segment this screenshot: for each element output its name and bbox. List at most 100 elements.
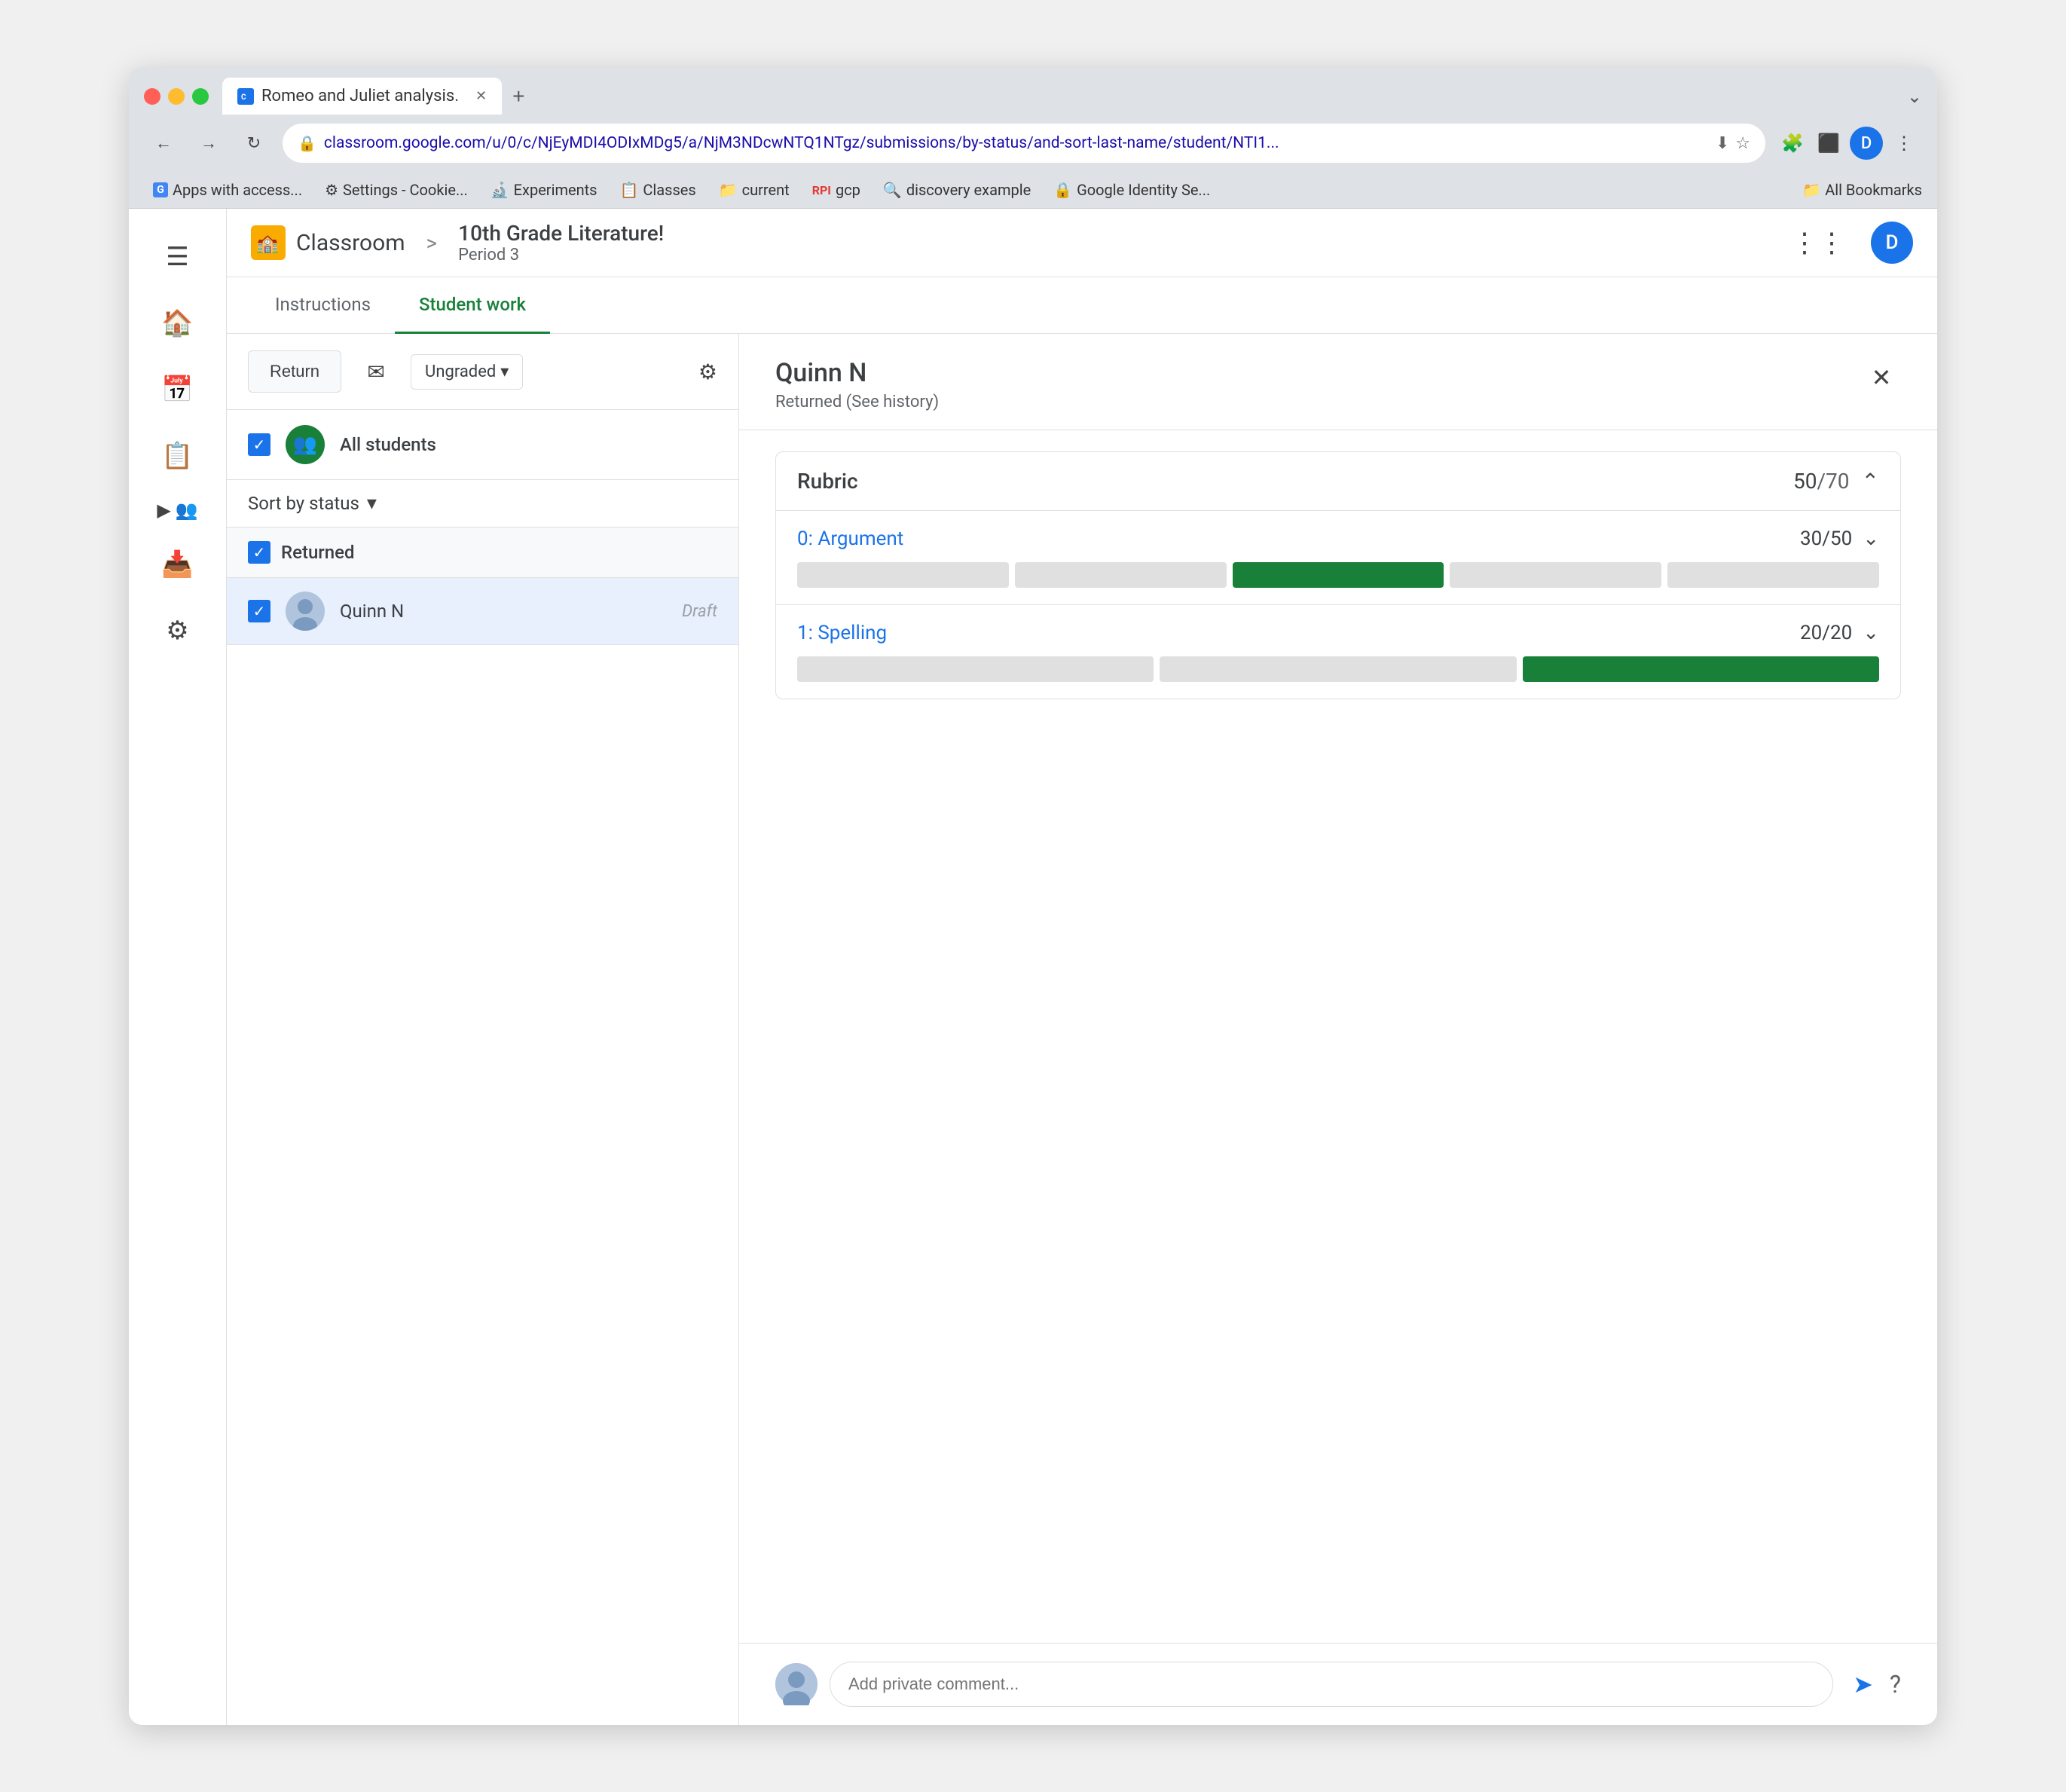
assignment-icon-btn[interactable]: 📋 <box>148 426 208 486</box>
more-icon[interactable]: ⋮ <box>1889 128 1919 158</box>
rubric-total: / <box>1817 469 1826 494</box>
google-apps-icon[interactable]: ⋮⋮ <box>1791 227 1845 258</box>
address-bar-row: ← → ↻ 🔒 classroom.google.com/u/0/c/NjEyM… <box>129 115 1937 172</box>
group-icon: 👥 <box>286 425 325 464</box>
comment-area: ➤ ? <box>739 1643 1937 1725</box>
tab-instructions[interactable]: Instructions <box>251 277 395 334</box>
rubric-total-value: 70 <box>1826 469 1849 494</box>
course-period: Period 3 <box>458 246 664 265</box>
tab-favicon: C <box>237 88 254 105</box>
bookmark-google-identity[interactable]: 🔒 Google Identity Se... <box>1044 178 1219 202</box>
rubric-item-argument: 0: Argument 30/50 ⌄ <box>776 511 1900 605</box>
new-tab-button[interactable]: + <box>505 84 532 109</box>
segment-5[interactable] <box>1667 562 1879 588</box>
assignment-icon: 📋 <box>161 441 193 471</box>
tab-student-work[interactable]: Student work <box>395 277 550 334</box>
tab-title: Romeo and Juliet analysis. <box>261 87 459 106</box>
inbox-icon-btn[interactable]: 📥 <box>148 534 208 595</box>
people-expand-row[interactable]: ▶ 👥 <box>145 492 209 528</box>
spelling-score-bar <box>797 656 1879 682</box>
people-group-icon: 👥 <box>293 433 317 456</box>
lock-bookmark-icon: 🔒 <box>1053 181 1072 199</box>
minimize-traffic-light[interactable] <box>168 88 185 105</box>
comment-input[interactable] <box>830 1662 1833 1707</box>
all-students-row: ✓ 👥 All students <box>227 410 738 480</box>
spelling-segment-2[interactable] <box>1160 656 1516 682</box>
sidebar-toggle-icon[interactable]: ⬛ <box>1814 128 1844 158</box>
argument-score-bar <box>797 562 1879 588</box>
bookmark-classes[interactable]: 📋 Classes <box>611 178 705 202</box>
bookmark-gcp[interactable]: RPI gcp <box>803 178 869 202</box>
bookmark-label: gcp <box>836 181 860 199</box>
all-students-checkbox[interactable]: ✓ <box>248 433 270 456</box>
bookmark-experiments-icon: 🔬 <box>491 181 509 199</box>
folder-icon: 📁 <box>1802 181 1821 199</box>
menu-icon-btn[interactable]: ☰ <box>148 227 208 287</box>
bookmark-icon[interactable]: ☆ <box>1735 134 1750 153</box>
close-traffic-light[interactable] <box>144 88 160 105</box>
sort-row: Sort by status ▾ <box>227 480 738 528</box>
student-info: Quinn N Returned (See history) <box>775 358 1862 411</box>
svg-text:🏫: 🏫 <box>256 233 279 254</box>
bookmark-current[interactable]: 📁 current <box>710 178 799 202</box>
spelling-segment-1[interactable] <box>797 656 1154 682</box>
rubric-item-argument-header: 0: Argument 30/50 ⌄ <box>797 528 1879 550</box>
segment-1[interactable] <box>797 562 1009 588</box>
help-button[interactable]: ? <box>1890 1670 1901 1699</box>
refresh-button[interactable]: ↻ <box>237 127 270 160</box>
bookmark-label: Apps with access... <box>173 181 302 199</box>
send-comment-button[interactable]: ➤ <box>1853 1670 1873 1699</box>
app-profile-badge[interactable]: D <box>1871 222 1913 264</box>
segment-2[interactable] <box>1015 562 1227 588</box>
commenter-avatar <box>775 1663 818 1705</box>
maximize-traffic-light[interactable] <box>192 88 209 105</box>
spelling-expand-button[interactable]: ⌄ <box>1863 622 1879 644</box>
returned-section-checkbox[interactable]: ✓ <box>248 541 270 564</box>
all-bookmarks-button[interactable]: 📁 All Bookmarks <box>1802 181 1922 199</box>
address-bar[interactable]: 🔒 classroom.google.com/u/0/c/NjEyMDI4ODI… <box>283 124 1765 163</box>
settings-gear-button[interactable]: ⚙ <box>698 359 717 384</box>
download-icon[interactable]: ⬇ <box>1716 134 1729 153</box>
spelling-segment-3-selected[interactable] <box>1523 656 1879 682</box>
return-button[interactable]: Return <box>248 350 341 393</box>
tab-end-button[interactable]: ⌄ <box>1907 86 1922 107</box>
settings-icon-btn[interactable]: ⚙ <box>148 601 208 661</box>
rubric-item-argument-name: 0: Argument <box>797 528 1800 550</box>
bookmark-discovery-example[interactable]: 🔍 discovery example <box>874 178 1040 202</box>
extensions-icon[interactable]: 🧩 <box>1777 128 1808 158</box>
detail-content: Rubric 50/70 ⌃ 0: Argument <box>739 430 1937 1643</box>
bookmark-settings-icon: ⚙ <box>325 181 338 199</box>
segment-3-selected[interactable] <box>1233 562 1444 588</box>
argument-expand-button[interactable]: ⌄ <box>1863 528 1879 550</box>
tab-close-button[interactable]: ✕ <box>475 88 487 104</box>
classroom-logo-text: Classroom <box>296 230 405 256</box>
email-icon: ✉ <box>367 359 384 384</box>
spelling-score-value: 20 <box>1800 622 1822 644</box>
bookmarks-bar: G Apps with access... ⚙ Settings - Cooki… <box>129 172 1937 209</box>
sort-dropdown-arrow[interactable]: ▾ <box>367 492 377 515</box>
grade-select[interactable]: Ungraded ▾ <box>411 354 523 390</box>
bookmark-apps-with-access[interactable]: G Apps with access... <box>144 178 311 202</box>
email-icon-btn[interactable]: ✉ <box>353 349 399 394</box>
student-row-quinn[interactable]: ✓ Quinn N Draft <box>227 578 738 645</box>
segment-4[interactable] <box>1450 562 1661 588</box>
bookmark-label: current <box>742 181 790 199</box>
address-text: classroom.google.com/u/0/c/NjEyMDI4ODIxM… <box>324 134 1708 152</box>
active-tab[interactable]: C Romeo and Juliet analysis. ✕ <box>222 78 502 115</box>
chevron-down-icon: ▾ <box>500 362 509 381</box>
student-checkbox-quinn[interactable]: ✓ <box>248 600 270 622</box>
bookmark-experiments[interactable]: 🔬 Experiments <box>481 178 607 202</box>
list-toolbar: Return ✉ Ungraded ▾ ⚙ <box>227 334 738 410</box>
rubric-expand-button[interactable]: ⌃ <box>1862 469 1879 494</box>
forward-button[interactable]: → <box>192 127 225 160</box>
back-button[interactable]: ← <box>147 127 180 160</box>
bookmark-settings-cookie[interactable]: ⚙ Settings - Cookie... <box>316 178 477 202</box>
rubric-item-spelling-score: 20/20 <box>1800 622 1852 644</box>
course-info: 10th Grade Literature! Period 3 <box>458 221 664 265</box>
home-icon-btn[interactable]: 🏠 <box>148 293 208 353</box>
close-detail-button[interactable]: ✕ <box>1862 358 1901 397</box>
browser-profile-badge[interactable]: D <box>1850 127 1883 160</box>
rubric-item-argument-score: 30/50 <box>1800 528 1852 550</box>
spelling-total-value: 20 <box>1830 622 1852 644</box>
calendar-icon-btn[interactable]: 📅 <box>148 359 208 420</box>
